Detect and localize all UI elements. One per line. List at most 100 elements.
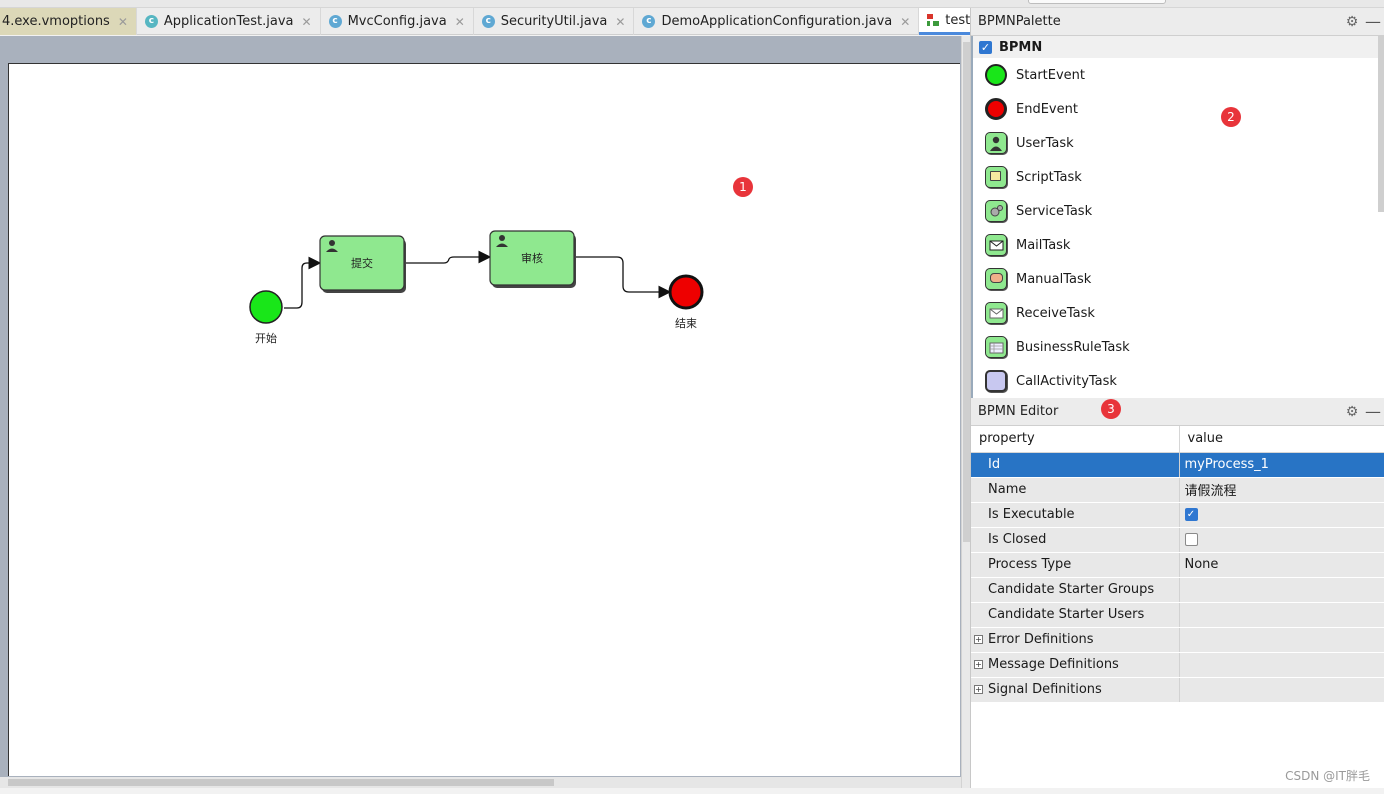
close-icon[interactable]: ✕: [302, 15, 312, 29]
java-class-icon: c: [328, 15, 342, 28]
tab-label: ApplicationTest.java: [163, 14, 294, 29]
tab-application-test[interactable]: c ApplicationTest.java ✕: [137, 8, 321, 35]
end-event-icon: [985, 98, 1007, 120]
property-value[interactable]: [1178, 677, 1384, 703]
mail-task-icon: [985, 234, 1007, 256]
panel-title: BPMN Editor: [978, 404, 1059, 419]
editor-tab-bar: 4.exe.vmoptions ✕ c ApplicationTest.java…: [0, 8, 1056, 35]
property-value[interactable]: [1178, 627, 1384, 653]
minimize-icon[interactable]: —: [1362, 402, 1384, 421]
close-icon[interactable]: ✕: [615, 15, 625, 29]
property-name-label: Error Definitions: [988, 632, 1094, 647]
user-task-icon: [985, 132, 1007, 154]
bpmn-palette-panel: BPMNPalette ⚙ — ✓ BPMN StartEvent EndEve…: [970, 8, 1384, 398]
palette-item-service-task[interactable]: ServiceTask: [973, 194, 1384, 228]
property-name[interactable]: + Signal Definitions: [971, 677, 1179, 703]
table-row[interactable]: Name 请假流程: [971, 477, 1384, 503]
table-row[interactable]: Id myProcess_1: [971, 452, 1384, 478]
palette-item-mail-task[interactable]: MailTask: [973, 228, 1384, 262]
start-event[interactable]: [249, 290, 283, 324]
column-header-value[interactable]: value: [1178, 426, 1384, 453]
property-value[interactable]: ✓: [1178, 502, 1384, 528]
scrollbar-thumb[interactable]: [963, 42, 970, 542]
scrollbar-thumb[interactable]: [8, 779, 554, 786]
panel-header: BPMN Editor ⚙ —: [971, 398, 1384, 426]
table-row[interactable]: Is Executable ✓: [971, 502, 1384, 528]
vertical-scrollbar[interactable]: [961, 36, 970, 788]
palette-item-label: UserTask: [1016, 135, 1074, 151]
sequence-flow[interactable]: [576, 256, 672, 299]
expand-icon[interactable]: +: [974, 685, 983, 694]
palette-item-call-activity-task[interactable]: CallActivityTask: [973, 364, 1384, 398]
checkbox-unchecked-icon[interactable]: [1184, 533, 1198, 546]
property-table: property value Id myProcess_1 Name 请假流程 …: [971, 426, 1384, 703]
property-value[interactable]: [1178, 527, 1384, 553]
property-value[interactable]: [1178, 577, 1384, 603]
sequence-flow[interactable]: [406, 250, 492, 264]
end-event[interactable]: [668, 274, 704, 310]
close-icon[interactable]: ✕: [118, 15, 128, 29]
palette-item-script-task[interactable]: ScriptTask: [973, 160, 1384, 194]
property-name[interactable]: + Message Definitions: [971, 652, 1179, 678]
table-row[interactable]: + Error Definitions: [971, 627, 1384, 653]
toolbar-field-edge: [1028, 0, 1166, 4]
palette-item-user-task[interactable]: UserTask: [973, 126, 1384, 160]
close-icon[interactable]: ✕: [900, 15, 910, 29]
tab-label: SecurityUtil.java: [500, 14, 608, 29]
expand-icon[interactable]: +: [974, 660, 983, 669]
property-value[interactable]: myProcess_1: [1178, 452, 1384, 478]
gear-icon[interactable]: ⚙: [1342, 404, 1362, 420]
tab-mvc-config[interactable]: c MvcConfig.java ✕: [321, 8, 474, 35]
table-row[interactable]: + Message Definitions: [971, 652, 1384, 678]
table-row[interactable]: Candidate Starter Users: [971, 602, 1384, 628]
column-header-property[interactable]: property: [971, 426, 1179, 453]
tab-label: DemoApplicationConfiguration.java: [661, 14, 893, 29]
close-icon[interactable]: ✕: [455, 15, 465, 29]
bpmn-file-icon: [927, 14, 940, 26]
java-class-icon: c: [642, 15, 656, 28]
palette-item-label: ManualTask: [1016, 271, 1092, 287]
tab-demo-app-config[interactable]: c DemoApplicationConfiguration.java ✕: [634, 8, 920, 35]
business-rule-task-icon: [985, 336, 1007, 358]
palette-item-label: ScriptTask: [1016, 169, 1082, 185]
palette-item-label: StartEvent: [1016, 67, 1085, 83]
tab-vmoptions[interactable]: 4.exe.vmoptions ✕: [0, 8, 137, 35]
palette-item-start-event[interactable]: StartEvent: [973, 58, 1384, 92]
palette-item-label: ServiceTask: [1016, 203, 1093, 219]
property-value[interactable]: None: [1178, 552, 1384, 578]
property-name: Candidate Starter Users: [971, 602, 1179, 628]
table-row[interactable]: + Signal Definitions: [971, 677, 1384, 703]
palette-item-label: CallActivityTask: [1016, 373, 1117, 389]
table-row[interactable]: Process Type None: [971, 552, 1384, 578]
expand-icon[interactable]: +: [974, 635, 983, 644]
minimize-icon[interactable]: —: [1362, 12, 1384, 31]
gear-icon[interactable]: ⚙: [1342, 14, 1362, 30]
task-label: 提交: [351, 256, 373, 270]
group-label: BPMN: [999, 39, 1043, 55]
checkbox-checked-icon[interactable]: ✓: [1184, 508, 1198, 521]
horizontal-scrollbar[interactable]: [0, 777, 961, 788]
bpmn-canvas[interactable]: 开始 提交 审核 结束: [8, 63, 960, 776]
palette-item-label: ReceiveTask: [1016, 305, 1095, 321]
property-name: Is Executable: [971, 502, 1179, 528]
property-value[interactable]: [1178, 602, 1384, 628]
palette-item-business-rule-task[interactable]: BusinessRuleTask: [973, 330, 1384, 364]
task-label: 审核: [521, 251, 543, 265]
palette-item-receive-task[interactable]: ReceiveTask: [973, 296, 1384, 330]
service-task-icon: [985, 200, 1007, 222]
table-row[interactable]: Is Closed: [971, 527, 1384, 553]
palette-item-label: MailTask: [1016, 237, 1071, 253]
sequence-flow[interactable]: [284, 256, 322, 309]
palette-scrollbar-thumb[interactable]: [1378, 36, 1384, 212]
palette-group-bpmn[interactable]: ✓ BPMN: [973, 36, 1384, 58]
panel-header: BPMNPalette ⚙ —: [971, 8, 1384, 36]
annotation-badge: 3: [1101, 399, 1121, 419]
property-name[interactable]: + Error Definitions: [971, 627, 1179, 653]
property-value[interactable]: 请假流程: [1178, 477, 1384, 503]
palette-item-end-event[interactable]: EndEvent: [973, 92, 1384, 126]
property-value[interactable]: [1178, 652, 1384, 678]
tab-security-util[interactable]: c SecurityUtil.java ✕: [474, 8, 635, 35]
checkbox-checked-icon[interactable]: ✓: [979, 40, 992, 54]
table-row[interactable]: Candidate Starter Groups: [971, 577, 1384, 603]
palette-item-manual-task[interactable]: ManualTask: [973, 262, 1384, 296]
